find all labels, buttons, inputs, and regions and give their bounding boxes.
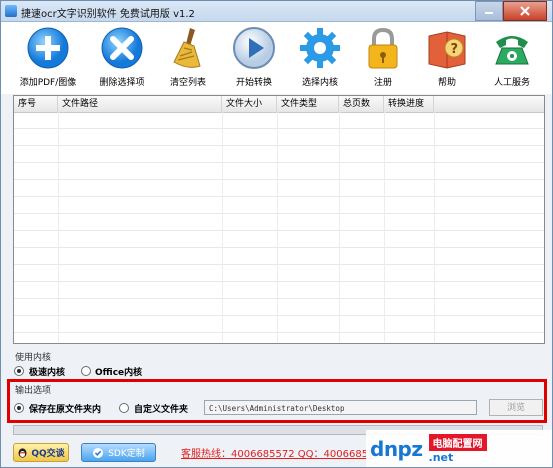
browse-button[interactable]: 浏览 — [489, 399, 543, 416]
watermark-badge: 电脑配置网 .net — [428, 433, 487, 464]
title-bar: 捷速ocr文字识别软件 免费试用版 v1.2 — [1, 1, 552, 22]
watermark-logo-text: dnpz — [370, 436, 423, 461]
gear-icon — [300, 28, 340, 68]
help-book-icon: ? — [428, 31, 466, 69]
column-divider — [58, 112, 59, 342]
minimize-button[interactable] — [475, 1, 503, 21]
add-pdf-image-button[interactable]: 添加PDF/图像 — [9, 26, 87, 92]
output-path-field[interactable]: C:\Users\Administrator\Desktop — [204, 400, 477, 415]
save-original-folder-label: 保存在原文件夹内 — [29, 405, 102, 415]
qq-chat-button[interactable]: QQ交谈 — [13, 443, 69, 462]
close-button[interactable] — [503, 1, 547, 21]
column-header-path[interactable]: 文件路径 — [58, 96, 222, 112]
svg-text:?: ? — [451, 42, 459, 57]
sdk-custom-button[interactable]: SDK定制 — [81, 443, 156, 462]
delete-selected-label: 删除选择项 — [99, 78, 145, 88]
app-icon — [5, 5, 17, 17]
watermark-logo: dnpz — [370, 437, 423, 461]
sdk-custom-label: SDK定制 — [108, 449, 145, 459]
play-icon — [233, 27, 275, 69]
qq-penguin-icon — [18, 448, 27, 458]
column-divider — [434, 112, 435, 342]
toolbar: 添加PDF/图像 删除选择项 清空列表 开始转换 选择内核 注册 ? 帮助 人工… — [1, 22, 552, 94]
column-header-progress[interactable]: 转换进度 — [384, 96, 434, 112]
window-controls — [475, 1, 547, 21]
custom-folder-label: 自定义文件夹 — [134, 405, 189, 415]
watermark: dnpz 电脑配置网 .net — [366, 430, 552, 467]
engine-fast-radio[interactable] — [14, 366, 24, 376]
manual-service-label: 人工服务 — [493, 78, 530, 88]
x-circle-icon — [101, 27, 143, 69]
column-header-size[interactable]: 文件大小 — [222, 96, 277, 112]
column-header-pages[interactable]: 总页数 — [339, 96, 384, 112]
manual-service-button[interactable]: 人工服务 — [473, 26, 551, 92]
engine-office-label: Office内核 — [95, 368, 143, 378]
file-list-table[interactable]: 序号 文件路径 文件大小 文件类型 总页数 转换进度 — [13, 95, 545, 344]
sdk-icon — [93, 447, 104, 458]
watermark-domain: .net — [428, 450, 454, 464]
engine-section-label: 使用内核 — [15, 353, 52, 363]
column-header-index[interactable]: 序号 — [14, 96, 58, 112]
close-icon — [520, 6, 530, 16]
plus-circle-icon — [27, 27, 69, 69]
output-section-label: 输出选项 — [15, 386, 52, 396]
engine-fast-label: 极速内核 — [29, 368, 66, 378]
select-engine-label: 选择内核 — [301, 78, 338, 88]
register-label: 注册 — [373, 78, 392, 88]
qq-chat-label: QQ交谈 — [31, 449, 65, 459]
watermark-badge-text: 电脑配置网 — [428, 433, 487, 451]
broom-icon — [173, 28, 201, 68]
phone-icon — [495, 36, 529, 65]
column-divider — [384, 112, 385, 342]
column-header-type[interactable]: 文件类型 — [277, 96, 339, 112]
table-body — [14, 112, 544, 342]
custom-folder-radio[interactable] — [119, 403, 129, 413]
save-original-folder-radio[interactable] — [14, 403, 24, 413]
clear-list-label: 清空列表 — [169, 78, 206, 88]
column-divider — [277, 112, 278, 342]
engine-office-radio[interactable] — [81, 366, 91, 376]
lock-icon — [368, 27, 398, 69]
table-header: 序号 文件路径 文件大小 文件类型 总页数 转换进度 — [14, 96, 544, 113]
start-convert-label: 开始转换 — [235, 78, 272, 88]
column-divider — [339, 112, 340, 342]
service-hotline-link[interactable]: 客服热线：4006685572 QQ：40066855 — [181, 445, 374, 460]
add-pdf-image-label: 添加PDF/图像 — [19, 78, 77, 88]
minimize-icon — [485, 12, 493, 14]
column-divider — [222, 112, 223, 342]
window-title: 捷速ocr文字识别软件 免费试用版 v1.2 — [21, 9, 195, 20]
app-window: 捷速ocr文字识别软件 免费试用版 v1.2 添加PDF/图像 删除选择项 清空… — [0, 0, 553, 468]
help-label: 帮助 — [437, 78, 456, 88]
